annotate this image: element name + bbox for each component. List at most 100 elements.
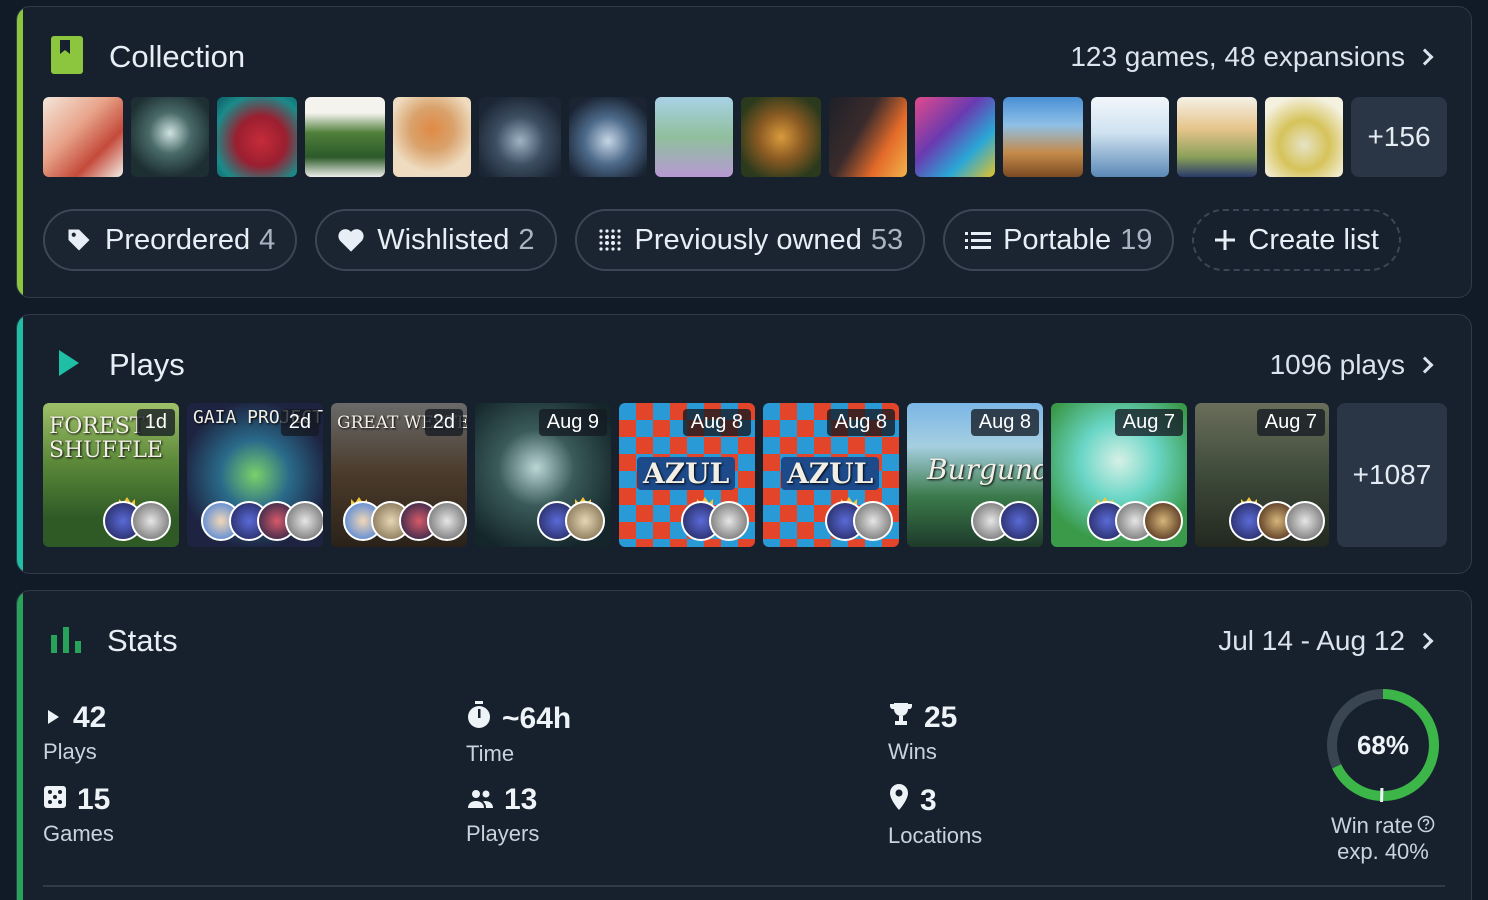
collection-thumb[interactable] [1091, 97, 1169, 177]
collection-thumb[interactable] [741, 97, 821, 177]
list-chip-previously-owned[interactable]: Previously owned 53 [574, 209, 926, 271]
play-date: 2d [280, 409, 319, 436]
play-tile[interactable]: AZUL Aug 8 [763, 403, 899, 547]
win-rate-label: Win rate [1331, 813, 1413, 838]
collection-summary: 123 games, 48 expansions [1070, 41, 1405, 72]
plays-summary: 1096 plays [1269, 349, 1405, 380]
help-icon[interactable] [1417, 813, 1435, 839]
avatar [1143, 501, 1183, 541]
bookmark-icon [51, 35, 83, 79]
heart-icon [337, 227, 365, 253]
stat-players[interactable]: 13 Players [466, 783, 539, 847]
chip-count: 2 [518, 223, 535, 256]
player-avatars [825, 501, 893, 541]
collection-thumb[interactable] [131, 97, 209, 177]
stat-label: Wins [888, 739, 937, 764]
play-tile[interactable]: GAIA PROJECT 2d [187, 403, 323, 547]
stat-value: 15 [77, 783, 111, 816]
dots-grid-icon [597, 227, 623, 253]
collection-thumb[interactable] [829, 97, 907, 177]
list-chip-portable[interactable]: Portable 19 [943, 209, 1175, 271]
chip-label: Create list [1248, 223, 1379, 256]
stat-time[interactable]: ~64h Time [466, 701, 571, 767]
stats-date-range: Jul 14 - Aug 12 [1218, 625, 1405, 656]
chip-label: Preordered [105, 223, 251, 256]
play-tile[interactable]: FOREST SHUFFLE 1d [43, 403, 179, 547]
stats-title: Stats [107, 623, 178, 658]
timer-icon [466, 701, 492, 737]
collection-thumb[interactable] [305, 97, 385, 177]
list-chip-preordered[interactable]: Preordered 4 [43, 209, 298, 271]
avatar [1285, 501, 1325, 541]
collection-thumb[interactable] [479, 97, 561, 177]
player-avatars [343, 501, 467, 541]
avatar [285, 501, 323, 541]
play-icon [43, 701, 63, 735]
stats-range-link[interactable]: Jul 14 - Aug 12 [1218, 625, 1437, 657]
collection-lists: Preordered 4 Wishlisted 2 Previously own… [43, 209, 1401, 271]
collection-thumb[interactable] [655, 97, 733, 177]
stats-header[interactable]: Stats Jul 14 - Aug 12 [51, 619, 1437, 663]
play-date: Aug 9 [538, 409, 607, 436]
stats-divider [43, 885, 1445, 887]
play-date: Aug 7 [1256, 409, 1325, 436]
play-tile[interactable]: Burgundy Aug 8 [907, 403, 1043, 547]
collection-title: Collection [109, 39, 246, 74]
chevron-right-icon [1416, 48, 1434, 66]
player-avatars [103, 501, 171, 541]
win-rate-ring[interactable]: 68% [1323, 685, 1443, 805]
collection-thumb[interactable] [1177, 97, 1257, 177]
create-list-button[interactable]: Create list [1192, 209, 1401, 271]
stats-accent-bar [17, 591, 23, 900]
collection-more-tile[interactable]: +156 [1351, 97, 1447, 177]
play-tile[interactable]: Aug 7 [1195, 403, 1329, 547]
collection-thumb[interactable] [393, 97, 471, 177]
stat-label: Plays [43, 739, 97, 764]
plays-more-tile[interactable]: +1087 [1337, 403, 1447, 547]
play-date: Aug 8 [682, 409, 751, 436]
collection-header[interactable]: Collection 123 games, 48 expansions [51, 35, 1437, 79]
collection-thumb[interactable] [43, 97, 123, 177]
play-cover-title: Burgundy [927, 453, 1043, 486]
collection-thumb[interactable] [1265, 97, 1343, 177]
play-tile[interactable]: GREAT WESTERN TRAIL 2d [331, 403, 467, 547]
stat-value: 42 [73, 701, 107, 734]
avatar [999, 501, 1039, 541]
play-tile[interactable]: Aug 7 [1051, 403, 1187, 547]
collection-thumb[interactable] [217, 97, 297, 177]
play-tile[interactable]: Aug 9 [475, 403, 611, 547]
stat-wins[interactable]: 25 Wins [888, 701, 957, 765]
stat-label: Locations [888, 823, 983, 848]
collection-thumb[interactable] [569, 97, 647, 177]
plays-header[interactable]: Plays 1096 plays [51, 343, 1437, 387]
stat-value: 13 [504, 783, 538, 816]
stat-games[interactable]: 15 Games [43, 783, 114, 847]
stat-locations[interactable]: 3 Locations [888, 783, 982, 849]
player-avatars [681, 501, 749, 541]
stat-value: 3 [920, 784, 937, 817]
chip-label: Portable [1003, 223, 1112, 256]
stat-label: Players [466, 821, 540, 846]
play-cover-title: AZUL [781, 457, 880, 490]
play-tile[interactable]: AZUL Aug 8 [619, 403, 755, 547]
collection-thumb[interactable] [915, 97, 995, 177]
play-date: Aug 8 [970, 409, 1039, 436]
stat-plays[interactable]: 42 Plays [43, 701, 106, 765]
list-chip-wishlisted[interactable]: Wishlisted 2 [315, 209, 557, 271]
play-date: Aug 8 [826, 409, 895, 436]
location-icon [888, 783, 910, 819]
collection-summary-link[interactable]: 123 games, 48 expansions [1070, 41, 1437, 73]
play-date: 1d [136, 409, 175, 436]
collection-thumb[interactable] [1003, 97, 1083, 177]
bar-chart-icon [51, 625, 81, 658]
play-date: Aug 7 [1114, 409, 1183, 436]
stat-label: Time [466, 741, 515, 766]
stat-value: 25 [924, 701, 958, 734]
tag-icon [65, 226, 93, 254]
plays-summary-link[interactable]: 1096 plays [1270, 349, 1437, 381]
avatar [565, 501, 605, 541]
player-avatars [1087, 501, 1183, 541]
chip-count: 19 [1120, 223, 1153, 256]
chip-count: 4 [259, 223, 276, 256]
win-rate-percent: 68% [1356, 729, 1410, 760]
